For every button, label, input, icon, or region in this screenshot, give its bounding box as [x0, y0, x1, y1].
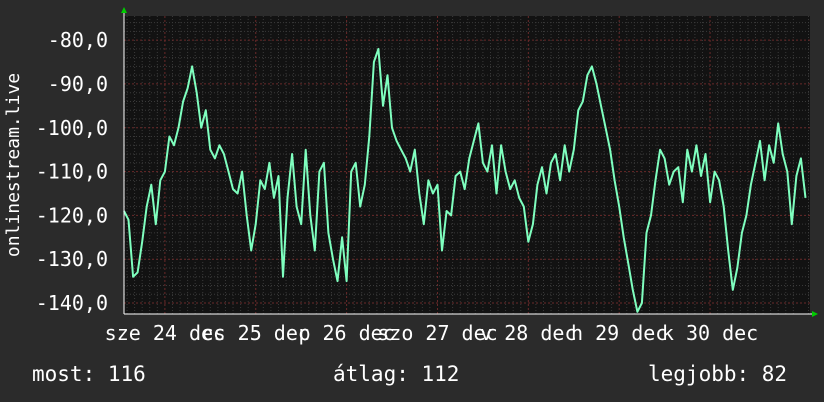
stat-current: most: 116	[32, 362, 146, 386]
x-tick-label: v 28 dec	[480, 321, 576, 345]
x-tick-labels: sze 24 deccs 25 decp 26 decszo 27 decv 2…	[105, 321, 759, 345]
x-axis-arrow-icon	[812, 311, 818, 317]
y-tick-label: -140,0	[36, 291, 108, 315]
stat-best: legjobb: 82	[648, 362, 788, 386]
stat-average: átlag: 112	[333, 362, 460, 386]
y-tick-label: -110,0	[36, 160, 108, 184]
y-tick-label: -130,0	[36, 247, 108, 271]
y-tick-label: -120,0	[36, 203, 108, 227]
x-tick-label: cs 25 dec	[202, 321, 310, 345]
y-axis-arrow-icon	[121, 7, 127, 13]
y-tick-label: -100,0	[36, 116, 108, 140]
y-tick-label: -80,0	[48, 28, 108, 52]
x-tick-label: h 29 dec	[571, 321, 667, 345]
x-tick-label: k 30 dec	[662, 321, 758, 345]
y-tick-labels: -80,0 -90,0 -100,0 -110,0 -120,0 -130,0 -140,0	[36, 28, 108, 315]
y-tick-label: -90,0	[48, 72, 108, 96]
line-chart: -80,0 -90,0 -100,0 -110,0 -120,0 -130,0 -140,0…	[3, 7, 818, 345]
y-axis-label: onlinestream.live	[3, 73, 24, 257]
chart-panel: -80,0 -90,0 -100,0 -110,0 -120,0 -130,0 -140,0…	[0, 0, 824, 402]
